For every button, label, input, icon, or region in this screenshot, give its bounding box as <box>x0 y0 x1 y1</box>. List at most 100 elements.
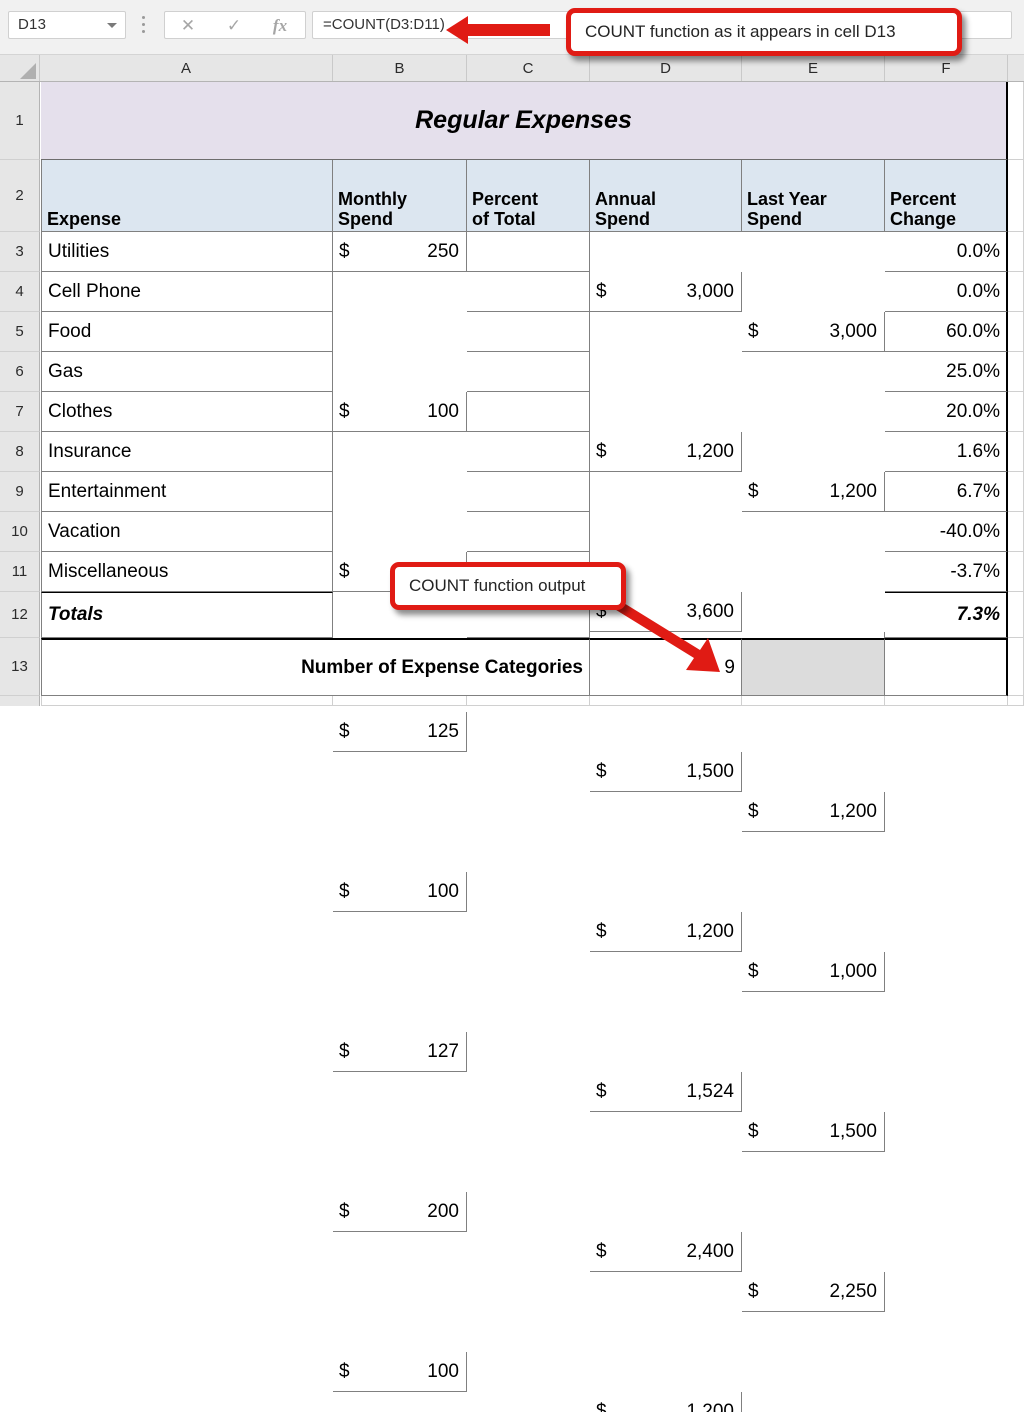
cell-c10-percent-of-total[interactable] <box>467 512 590 552</box>
row-header-11[interactable]: 11 <box>0 552 40 592</box>
column-header-d[interactable]: D <box>590 55 742 81</box>
cell-f8-percent-change[interactable]: 1.6% <box>885 432 1008 472</box>
cell-b4-monthly-spend[interactable]: $100 <box>333 392 467 432</box>
cell-e13-selected[interactable] <box>742 638 885 696</box>
row-header-6[interactable]: 6 <box>0 352 40 392</box>
cell-a2-expense-header[interactable]: Expense <box>41 160 333 232</box>
cell-f6-percent-change[interactable]: 25.0% <box>885 352 1008 392</box>
column-header-e[interactable]: E <box>742 55 885 81</box>
cell-g12[interactable] <box>1008 592 1024 638</box>
cell-g8[interactable] <box>1008 432 1024 472</box>
cell-d2-annual-spend-header[interactable]: Annual Spend <box>590 160 742 232</box>
row-header-12[interactable]: 12 <box>0 592 40 638</box>
cell-f9-percent-change[interactable]: 6.7% <box>885 472 1008 512</box>
cell-g14[interactable] <box>1008 696 1024 706</box>
cell-c8-percent-of-total[interactable] <box>467 432 590 472</box>
cell-d4-annual-spend[interactable]: $1,200 <box>590 432 742 472</box>
row-header-7[interactable]: 7 <box>0 392 40 432</box>
insert-function-icon[interactable]: fx <box>257 12 303 40</box>
cell-f2-percent-change-header[interactable]: Percent Change <box>885 160 1008 232</box>
cell-d7-annual-spend[interactable]: $1,200 <box>590 912 742 952</box>
cell-a11-expense[interactable]: Miscellaneous <box>41 552 333 592</box>
column-header-g[interactable] <box>1008 55 1024 81</box>
cell-g4[interactable] <box>1008 272 1024 312</box>
cell-a6-expense[interactable]: Gas <box>41 352 333 392</box>
cell-g10[interactable] <box>1008 512 1024 552</box>
cell-a8-expense[interactable]: Insurance <box>41 432 333 472</box>
row-header-2[interactable]: 2 <box>0 160 40 232</box>
column-header-b[interactable]: B <box>333 55 467 81</box>
cell-title-regular-expenses[interactable]: Regular Expenses <box>41 82 1008 160</box>
row-header-9[interactable]: 9 <box>0 472 40 512</box>
cell-b8-monthly-spend[interactable]: $127 <box>333 1032 467 1072</box>
cell-c14[interactable] <box>467 696 590 706</box>
row-header-3[interactable]: 3 <box>0 232 40 272</box>
cell-f4-percent-change[interactable]: 0.0% <box>885 272 1008 312</box>
cell-d8-annual-spend[interactable]: $1,524 <box>590 1072 742 1112</box>
cell-b7-monthly-spend[interactable]: $100 <box>333 872 467 912</box>
cell-c5-percent-of-total[interactable] <box>467 312 590 352</box>
cell-a4-expense[interactable]: Cell Phone <box>41 272 333 312</box>
cell-c9-percent-of-total[interactable] <box>467 472 590 512</box>
chevron-down-icon[interactable] <box>107 23 117 28</box>
cell-g1[interactable] <box>1008 82 1024 160</box>
cell-d9-annual-spend[interactable]: $2,400 <box>590 1232 742 1272</box>
column-header-c[interactable]: C <box>467 55 590 81</box>
confirm-check-icon[interactable]: ✓ <box>211 12 257 40</box>
cell-f14[interactable] <box>885 696 1008 706</box>
cancel-icon[interactable]: ✕ <box>165 12 211 40</box>
row-header-1[interactable]: 1 <box>0 82 40 160</box>
row-header-13[interactable]: 13 <box>0 638 40 696</box>
cell-a13-count-label[interactable]: Number of Expense Categories <box>41 638 590 696</box>
cell-a3-expense[interactable]: Utilities <box>41 232 333 272</box>
cell-a5-expense[interactable]: Food <box>41 312 333 352</box>
cell-g3[interactable] <box>1008 232 1024 272</box>
cell-a9-expense[interactable]: Entertainment <box>41 472 333 512</box>
cell-b2-monthly-spend-header[interactable]: Monthly Spend <box>333 160 467 232</box>
cell-e8-last-year-spend[interactable]: $1,500 <box>742 1112 885 1152</box>
cell-c6-percent-of-total[interactable] <box>467 352 590 392</box>
cell-e14[interactable] <box>742 696 885 706</box>
cell-e6-last-year-spend[interactable]: $1,200 <box>742 792 885 832</box>
cell-g11[interactable] <box>1008 552 1024 592</box>
cell-e7-last-year-spend[interactable]: $1,000 <box>742 952 885 992</box>
cell-e2-last-year-spend-header[interactable]: Last Year Spend <box>742 160 885 232</box>
cell-g9[interactable] <box>1008 472 1024 512</box>
cell-f13[interactable] <box>885 638 1008 696</box>
cell-d10-annual-spend[interactable]: $1,200 <box>590 1392 742 1412</box>
cell-a10-expense[interactable]: Vacation <box>41 512 333 552</box>
cell-b14[interactable] <box>333 696 467 706</box>
cell-c2-percent-of-total-header[interactable]: Percent of Total <box>467 160 590 232</box>
row-header-14[interactable] <box>0 696 40 706</box>
cell-c3-percent-of-total[interactable] <box>467 232 590 272</box>
cell-g7[interactable] <box>1008 392 1024 432</box>
cell-c4-percent-of-total[interactable] <box>467 272 590 312</box>
row-header-5[interactable]: 5 <box>0 312 40 352</box>
cell-e3-last-year-spend[interactable]: $3,000 <box>742 312 885 352</box>
cell-b3-monthly-spend[interactable]: $250 <box>333 232 467 272</box>
cell-g2[interactable] <box>1008 160 1024 232</box>
cell-g13[interactable] <box>1008 638 1024 696</box>
cell-d3-annual-spend[interactable]: $3,000 <box>590 272 742 312</box>
cell-b10-monthly-spend[interactable]: $100 <box>333 1352 467 1392</box>
cell-d6-annual-spend[interactable]: $1,500 <box>590 752 742 792</box>
column-header-f[interactable]: F <box>885 55 1008 81</box>
cell-g5[interactable] <box>1008 312 1024 352</box>
cell-f11-percent-change[interactable]: -3.7% <box>885 552 1008 592</box>
cell-a14[interactable] <box>41 696 333 706</box>
cell-f12-totals-percent-change[interactable]: 7.3% <box>885 592 1008 638</box>
row-header-8[interactable]: 8 <box>0 432 40 472</box>
cell-f7-percent-change[interactable]: 20.0% <box>885 392 1008 432</box>
cell-f3-percent-change[interactable]: 0.0% <box>885 232 1008 272</box>
row-header-10[interactable]: 10 <box>0 512 40 552</box>
select-all-corner[interactable] <box>0 55 40 81</box>
cell-e4-last-year-spend[interactable]: $1,200 <box>742 472 885 512</box>
cell-g6[interactable] <box>1008 352 1024 392</box>
cell-e9-last-year-spend[interactable]: $2,250 <box>742 1272 885 1312</box>
cell-c7-percent-of-total[interactable] <box>467 392 590 432</box>
cell-a12-totals-label[interactable]: Totals <box>41 592 333 638</box>
cell-b6-monthly-spend[interactable]: $125 <box>333 712 467 752</box>
name-box[interactable]: D13 <box>8 11 126 39</box>
row-header-4[interactable]: 4 <box>0 272 40 312</box>
cell-a7-expense[interactable]: Clothes <box>41 392 333 432</box>
